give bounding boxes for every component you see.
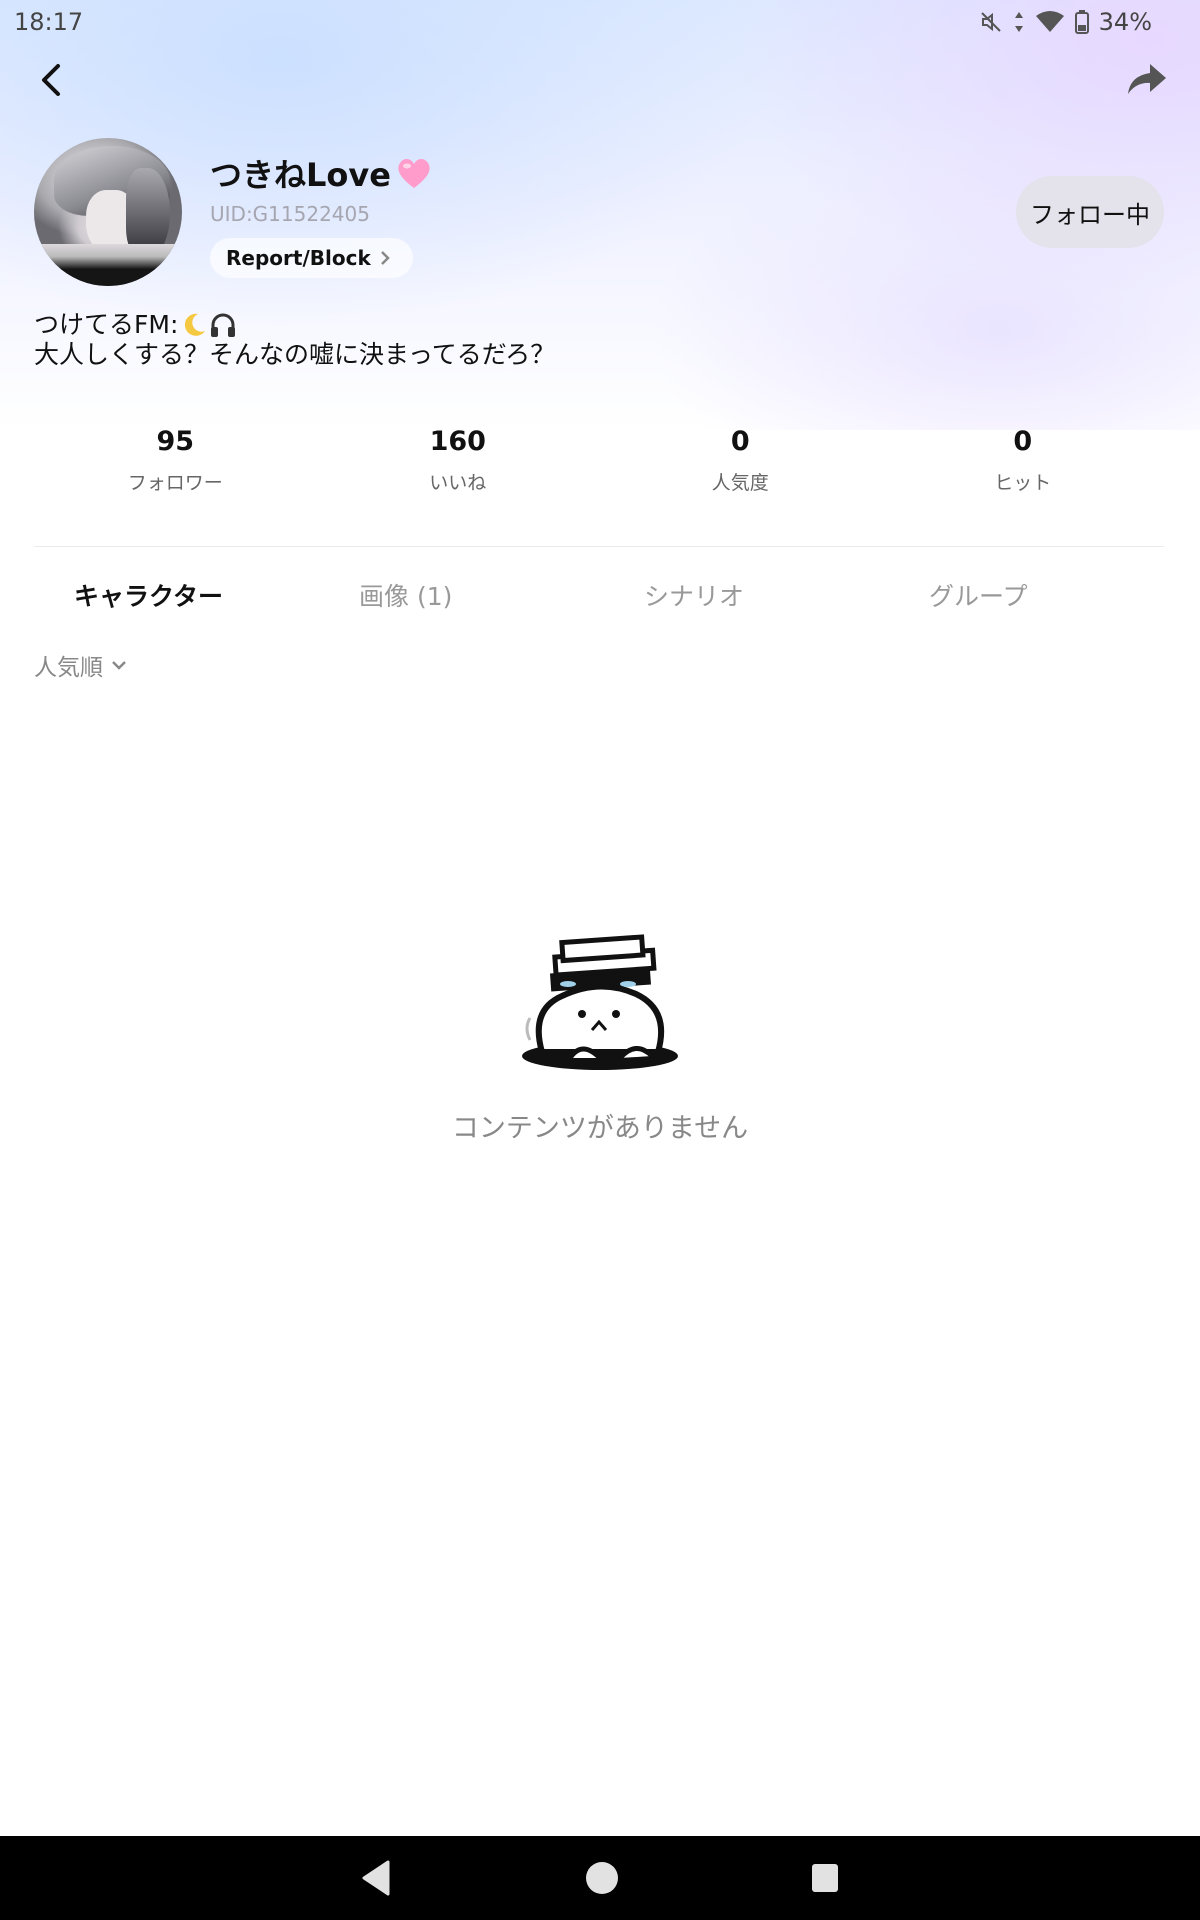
tab-characters[interactable]: キャラクター <box>34 574 309 624</box>
username: つきねLove <box>210 150 433 196</box>
stat-value: 0 <box>1013 426 1033 457</box>
chevron-left-icon <box>42 64 60 96</box>
back-button[interactable] <box>30 58 74 102</box>
nav-home-icon[interactable] <box>586 1862 618 1894</box>
divider <box>34 546 1164 547</box>
following-button[interactable]: フォロー中 <box>1016 176 1164 248</box>
tab-images[interactable]: 画像 (1) <box>309 574 594 624</box>
report-block-label: Report/Block <box>226 246 371 270</box>
profile-screen: 18:17 34% つきねLove UID:G11522405 Report/B… <box>0 0 1200 1920</box>
content-tabs: キャラクター 画像 (1) シナリオ グループ <box>34 574 1164 624</box>
nav-recents-icon[interactable] <box>812 1864 838 1892</box>
pink-heart-icon <box>398 158 430 188</box>
stat-value: 95 <box>156 426 195 457</box>
report-block-button[interactable]: Report/Block <box>210 238 413 278</box>
bio-line-2: 大人しくする？そんなの嘘に決まってるだろ？ <box>34 340 556 369</box>
stat-popularity: 0 人気度 <box>599 424 882 504</box>
stat-likes: 160 いいね <box>317 424 600 504</box>
stat-label: 人気度 <box>711 472 769 494</box>
status-time: 18:17 <box>14 8 84 36</box>
mute-icon <box>980 12 1001 32</box>
wifi-icon <box>1035 11 1064 32</box>
bio-line-1: つけてるFM: <box>34 310 555 340</box>
stat-value: 0 <box>730 426 750 457</box>
headphones-icon <box>211 313 236 337</box>
stat-label: ヒット <box>994 472 1052 494</box>
share-button[interactable] <box>1124 60 1170 100</box>
data-arrows-icon <box>1014 12 1023 32</box>
stat-label: フォロワー <box>127 472 223 494</box>
stat-value: 160 <box>429 426 486 457</box>
tab-scenarios[interactable]: シナリオ <box>594 574 879 624</box>
empty-state-text: コンテンツがありません <box>451 1113 749 1144</box>
tab-groups[interactable]: グループ <box>879 574 1164 624</box>
following-label: フォロー中 <box>1030 200 1150 229</box>
status-icons: 34% <box>979 8 1152 36</box>
share-arrow-icon <box>1128 64 1166 94</box>
chevron-down-icon <box>112 661 126 670</box>
nav-back-icon[interactable] <box>358 1858 394 1898</box>
profile-stats: 95 フォロワー 160 いいね 0 人気度 0 ヒット <box>34 424 1164 504</box>
sort-label: 人気順 <box>34 655 103 681</box>
stat-followers[interactable]: 95 フォロワー <box>34 424 317 504</box>
stat-label: いいね <box>429 472 487 494</box>
crescent-moon-icon <box>185 313 206 336</box>
profile-bio: つけてるFM: 大人しくする？そんなの嘘に決まってるだろ？ <box>34 310 555 370</box>
battery-icon <box>1074 10 1089 34</box>
status-bar: 18:17 34% <box>0 0 1200 44</box>
empty-state-illustration <box>522 934 678 1070</box>
user-uid: UID:G11522405 <box>210 202 370 226</box>
stat-hits: 0 ヒット <box>882 424 1165 504</box>
avatar[interactable] <box>34 138 182 286</box>
sort-dropdown[interactable]: 人気順 <box>34 648 127 682</box>
username-text: つきねLove <box>210 156 391 194</box>
chevron-right-icon <box>380 251 390 265</box>
battery-percent: 34% <box>1098 8 1152 36</box>
bio-line-1-text: つけてるFM: <box>34 310 179 339</box>
